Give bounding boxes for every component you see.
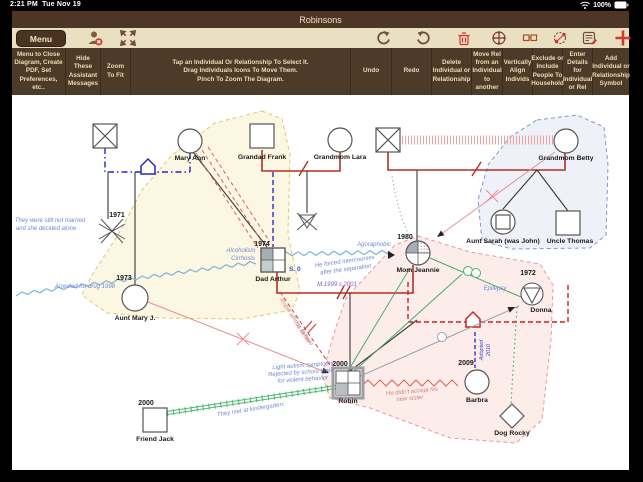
label-mary-ann: Mary Ann [175, 155, 206, 162]
person-uncle-thomas[interactable] [556, 211, 580, 235]
document-title: Robinsons [299, 15, 342, 25]
zoom-to-fit-icon[interactable] [120, 30, 136, 46]
person-deceased-male-2[interactable] [376, 128, 400, 152]
note-alcoholism: Alcoholism [225, 248, 255, 254]
hint-hide-messages: Hide These Assistant Messages [66, 48, 101, 95]
menu-button[interactable]: Menu [16, 30, 66, 47]
redo-icon[interactable] [416, 30, 432, 46]
person-dad-arthur[interactable] [261, 248, 285, 272]
note-adopted-1: Adopted [479, 339, 485, 361]
note-s0: S. 0 [289, 266, 301, 273]
person-mom-jeannie[interactable] [406, 241, 430, 265]
year-deceased-child: 1971 [109, 212, 125, 219]
vertical-align-icon[interactable] [522, 30, 538, 46]
label-grandmom-lara: Grandmom Lara [314, 154, 367, 161]
person-grandmom-betty[interactable] [554, 129, 578, 153]
note-not-married-1: They were still not married [15, 218, 86, 224]
status-date: Tue Nov 19 [42, 1, 81, 8]
note-epilepsy: Epilepsy [484, 286, 508, 292]
label-aunt-mary: Aunt Mary J. [115, 315, 156, 322]
person-barbra[interactable] [465, 370, 489, 394]
status-time: 2:21 PM [10, 1, 38, 8]
hint-menu: Menu to Close Diagram, Create PDF, Set P… [12, 48, 66, 95]
label-robin: Robin [338, 398, 357, 405]
person-friend-jack[interactable] [143, 408, 167, 432]
label-dad-arthur: Dad Arthur [255, 276, 291, 283]
year-donna: 1972 [520, 270, 536, 277]
add-symbol-icon[interactable] [615, 30, 631, 46]
year-aunt-mary: 1973 [116, 275, 132, 282]
rel-zigzag-arthur-jeannie[interactable] [280, 250, 395, 259]
screen: 2:21 PM Tue Nov 19 100% Robinsons Menu [0, 0, 643, 482]
battery-percent: 100% [593, 2, 611, 9]
symbol-miscarriage[interactable] [297, 213, 317, 230]
label-grandmom-betty: Grandmom Betty [538, 155, 593, 162]
hint-zoom-fit: Zoom To Fit [101, 48, 131, 95]
hint-align: Vertically Align Individs [503, 48, 533, 95]
status-clock: 2:21 PM Tue Nov 19 [10, 1, 81, 8]
hint-move-rel: Move Rel from an Individual to another [472, 48, 503, 95]
app-window: Robinsons Menu [12, 11, 629, 470]
year-barbra: 2009 [458, 360, 474, 367]
person-donna[interactable] [521, 283, 543, 305]
person-grandad-frank[interactable] [250, 124, 274, 148]
note-marriage-dates: M.1999 s.2001 [317, 282, 357, 288]
note-adopted-2: 2010 [486, 343, 492, 357]
label-donna: Donna [530, 307, 551, 314]
delete-icon[interactable] [456, 30, 472, 46]
label-aunt-sarah: Aunt Sarah (was John) [466, 238, 540, 245]
undo-icon[interactable] [375, 30, 391, 46]
person-aunt-mary[interactable] [122, 285, 148, 311]
hint-details: Enter Details for Individual or Rel [563, 48, 593, 95]
year-robin: 2000 [332, 361, 348, 368]
note-arrested: Arrested for drug 1998 [54, 284, 116, 290]
year-dad-arthur: 1974 [254, 241, 270, 248]
toolbar: Menu [12, 28, 629, 48]
hide-assistant-icon[interactable] [87, 30, 103, 46]
house-icon-blue[interactable] [141, 159, 155, 174]
person-aunt-sarah[interactable] [491, 210, 515, 234]
person-grandmom-lara[interactable] [328, 128, 352, 152]
hint-household: Exclude or Include People To Household [533, 48, 563, 95]
label-dog-rocky: Dog Rocky [494, 430, 530, 437]
hint-redo: Redo [392, 48, 432, 95]
title-bar: Robinsons [12, 11, 629, 28]
person-deceased-male-1[interactable] [93, 124, 117, 148]
person-mary-ann[interactable] [178, 129, 202, 153]
hint-undo: Undo [351, 48, 392, 95]
label-uncle-thomas: Uncle Thomas [547, 238, 594, 245]
diagram-canvas[interactable]: Mary Ann Grandad Frank Grandmom Lara Gra… [12, 95, 629, 470]
label-barbra: Barbra [466, 397, 488, 404]
label-grandad-frank: Grandad Frank [238, 154, 287, 161]
year-mom-jeannie: 1980 [397, 234, 413, 241]
status-bar: 2:21 PM Tue Nov 19 100% [0, 0, 643, 11]
battery-icon [614, 1, 629, 9]
wifi-icon [580, 1, 590, 9]
toolbar-hints: Menu to Close Diagram, Create PDF, Set P… [12, 48, 629, 95]
exclude-include-household-icon[interactable] [552, 30, 568, 46]
note-agoraphobic: Agoraphobic [356, 242, 391, 248]
divorce-slash-deceased-betty [472, 162, 481, 176]
hint-add: Add Individual or Relationship Symbol [593, 48, 629, 95]
rel-distant-deceased-jeannie[interactable] [392, 176, 410, 238]
hint-tap-drag: Tap an Individual Or Relationship To Sel… [131, 48, 351, 95]
note-not-married-2: and she decided alone [16, 226, 77, 232]
year-friend-jack: 2000 [138, 400, 154, 407]
hint-delete: Delete Individual or Relationship [432, 48, 472, 95]
move-relationship-icon[interactable] [491, 30, 507, 46]
enter-details-icon[interactable] [582, 30, 598, 46]
note-cirrhosis: Cirrhosis [231, 256, 255, 262]
label-mom-jeannie: Mom Jeannie [396, 267, 439, 274]
rel-cutoff-arthur-robin[interactable] [280, 292, 334, 371]
label-friend-jack: Friend Jack [136, 436, 174, 443]
person-robin[interactable] [333, 368, 363, 398]
